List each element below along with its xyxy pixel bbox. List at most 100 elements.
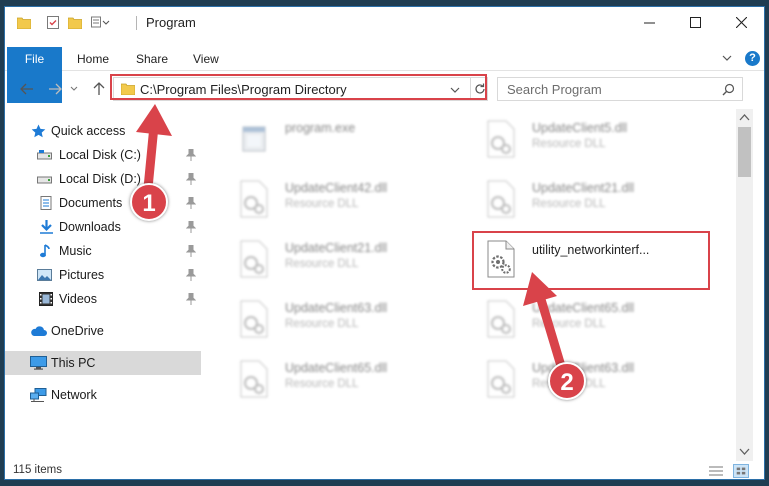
back-arrow-icon <box>20 83 33 95</box>
pin-icon[interactable] <box>186 197 196 209</box>
expand-ribbon-icon[interactable] <box>720 51 734 65</box>
sidebar-item-label: Downloads <box>59 220 121 234</box>
sidebar-item-downloads[interactable]: Downloads <box>5 215 201 239</box>
sidebar-item-this-pc[interactable]: This PC <box>5 351 201 375</box>
close-button[interactable] <box>718 7 764 37</box>
file-name: UpdateClient63.dll <box>285 301 388 315</box>
file-type: Resource DLL <box>532 198 606 210</box>
dll-file-icon <box>240 300 268 338</box>
file-item[interactable]: program.exe <box>213 109 453 165</box>
address-bar[interactable]: C:\Program Files\Program Directory <box>113 77 488 101</box>
dll-file-icon <box>487 240 515 278</box>
step-1-badge: 1 <box>130 183 168 221</box>
sidebar-item-label: Network <box>51 388 97 402</box>
file-item[interactable]: UpdateClient21.dll Resource DLL <box>213 229 453 285</box>
file-item[interactable]: UpdateClient65.dll Resource DLL <box>213 349 453 405</box>
sidebar-item-music[interactable]: Music <box>5 239 201 263</box>
sidebar-item-onedrive[interactable]: OneDrive <box>5 319 201 343</box>
back-button[interactable] <box>17 79 37 99</box>
network-icon <box>30 388 47 402</box>
file-item[interactable]: UpdateClient65.dll Resource DLL <box>460 289 700 345</box>
title-bar: Program <box>5 7 764 39</box>
file-name: utility_networkinterf... <box>532 243 650 257</box>
drive-icon <box>37 176 52 184</box>
chevron-down-icon <box>70 86 78 91</box>
file-item[interactable]: UpdateClient5.dll Resource DLL <box>460 109 700 165</box>
ribbon-tabs: File Home Share View ? <box>5 47 764 103</box>
dll-file-icon <box>487 180 515 218</box>
pin-icon[interactable] <box>186 269 196 281</box>
sidebar-item-videos[interactable]: Videos <box>5 287 201 311</box>
forward-button[interactable] <box>45 79 65 99</box>
file-item[interactable]: UpdateClient63.dll Resource DLL <box>213 289 453 345</box>
refresh-button[interactable] <box>470 78 489 100</box>
recent-locations-button[interactable] <box>67 79 81 99</box>
vertical-scrollbar[interactable] <box>736 109 753 461</box>
navigation-bar: C:\Program Files\Program Directory Searc… <box>5 73 764 105</box>
address-path[interactable]: C:\Program Files\Program Directory <box>140 82 347 97</box>
close-icon <box>735 16 747 28</box>
pin-icon[interactable] <box>186 221 196 233</box>
pictures-icon <box>37 269 52 281</box>
sidebar-item-label: Documents <box>59 196 123 210</box>
file-item-utility-networkinterface[interactable]: utility_networkinterf... <box>460 229 700 285</box>
chevron-down-icon[interactable] <box>449 84 461 96</box>
dll-file-icon <box>487 360 515 398</box>
file-name: program.exe <box>285 121 356 135</box>
scroll-down-icon[interactable] <box>739 447 750 456</box>
folder-icon <box>121 83 135 95</box>
search-box[interactable]: Search Program <box>497 77 743 101</box>
file-type: Resource DLL <box>285 258 359 270</box>
scroll-up-icon[interactable] <box>739 113 750 122</box>
large-icons-view-icon[interactable] <box>733 464 749 478</box>
help-button[interactable]: ? <box>745 51 760 66</box>
videos-icon <box>39 292 53 306</box>
up-button[interactable] <box>89 79 109 99</box>
file-item[interactable]: UpdateClient42.dll Resource DLL <box>213 169 453 225</box>
pin-icon[interactable] <box>186 173 196 185</box>
details-view-icon[interactable] <box>708 464 724 478</box>
sidebar-item-pictures[interactable]: Pictures <box>5 263 201 287</box>
navigation-pane: Quick access Local Disk (C:) Local Disk … <box>5 109 201 461</box>
minimize-button[interactable] <box>626 7 672 37</box>
sidebar-item-documents[interactable]: Documents <box>5 191 201 215</box>
file-type: Resource DLL <box>532 318 606 330</box>
star-icon <box>31 124 46 138</box>
title-separator <box>136 16 137 30</box>
sidebar-item-label: Local Disk (D:) <box>59 172 141 186</box>
pin-icon[interactable] <box>186 293 196 305</box>
exe-file-icon <box>242 126 266 152</box>
maximize-button[interactable] <box>672 7 718 37</box>
dll-file-icon <box>487 120 515 158</box>
pin-icon[interactable] <box>186 245 196 257</box>
file-item[interactable]: UpdateClient21.dll Resource DLL <box>460 169 700 225</box>
status-bar: 115 items <box>5 461 764 479</box>
music-icon <box>40 244 50 258</box>
search-input[interactable]: Search Program <box>507 82 602 97</box>
file-name: UpdateClient21.dll <box>285 241 388 255</box>
download-icon <box>40 220 53 234</box>
sidebar-item-local-disk-d[interactable]: Local Disk (D:) <box>5 167 201 191</box>
tab-view[interactable]: View <box>193 47 219 71</box>
scrollbar-thumb[interactable] <box>738 127 751 177</box>
step-2-badge: 2 <box>548 362 586 400</box>
folder-icon <box>17 17 31 29</box>
sidebar-item-network[interactable]: Network <box>5 383 201 407</box>
properties-icon[interactable] <box>46 16 60 29</box>
sidebar-item-label: Pictures <box>59 268 105 282</box>
sidebar-item-local-disk-c[interactable]: Local Disk (C:) <box>5 143 201 167</box>
sidebar-item-label: Music <box>59 244 92 258</box>
new-folder-icon[interactable] <box>68 16 82 29</box>
tab-home[interactable]: Home <box>77 47 109 71</box>
dll-file-icon <box>240 360 268 398</box>
sidebar-item-label: Local Disk (C:) <box>59 148 141 162</box>
sidebar-item-quick-access[interactable]: Quick access <box>5 119 201 143</box>
tab-share[interactable]: Share <box>136 47 168 71</box>
file-name: UpdateClient65.dll <box>532 301 635 315</box>
file-name: UpdateClient42.dll <box>285 181 388 195</box>
documents-icon <box>40 196 52 210</box>
sidebar-item-label: OneDrive <box>51 324 104 338</box>
pin-icon[interactable] <box>186 149 196 161</box>
explorer-window: Program File Home Share View ? C:\Progra… <box>4 6 765 480</box>
customize-toolbar-icon[interactable] <box>91 16 111 29</box>
